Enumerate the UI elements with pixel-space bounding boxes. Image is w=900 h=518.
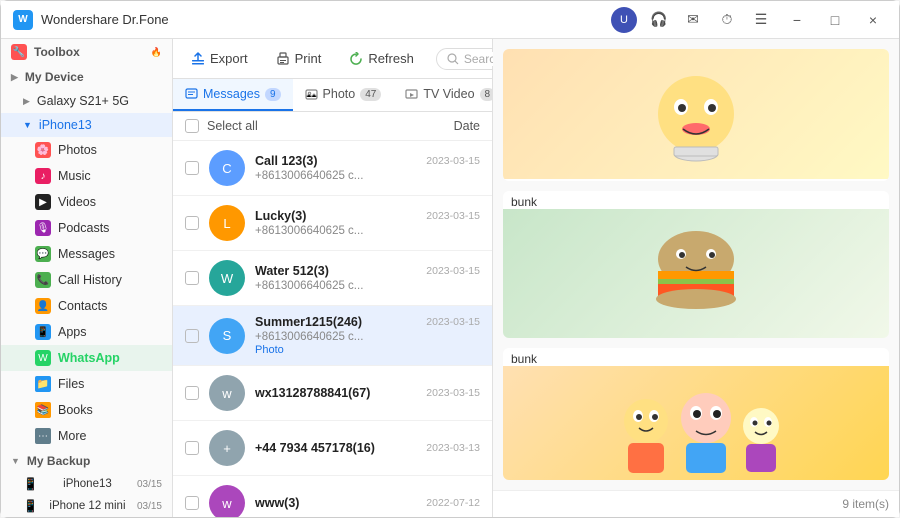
export-button[interactable]: Export [185,47,254,70]
msg-content: wx13128788841(67) 2023-03-15 [255,386,480,400]
media-block: 2023/03/15 20:55 [503,49,889,181]
app-logo: W [13,10,33,30]
sidebar-item-contacts[interactable]: 👤 Contacts [1,293,172,319]
sidebar-item-toolbox[interactable]: 🔧 Toolbox 🔥 [1,39,172,65]
photo-tab-icon [305,88,318,101]
refresh-icon [349,52,363,66]
msg-item[interactable]: + +44 7934 457178(16) 2023-03-13 [173,421,492,476]
msg-checkbox[interactable] [185,386,199,400]
title-bar-left: W Wondershare Dr.Fone [13,10,169,30]
msg-avatar: w [209,375,245,411]
sidebar-item-callhistory[interactable]: 📞 Call History [1,267,172,293]
msg-avatar: L [209,205,245,241]
sidebar-item-music[interactable]: ♪ Music [1,163,172,189]
export-icon [191,52,205,66]
sidebar-item-messages[interactable]: 💬 Messages [1,241,172,267]
msg-item[interactable]: C Call 123(3) 2023-03-15 +8613006640625 … [173,141,492,196]
msg-content: www(3) 2022-07-12 [255,496,480,510]
right-content: 2023/03/15 20:55 bunk [493,39,899,490]
msg-item-active[interactable]: S Summer1215(246) 2023-03-15 +8613006640… [173,306,492,366]
mail-icon[interactable]: ✉ [681,8,705,32]
msg-avatar: w [209,485,245,517]
middle-panel: Export Print Refresh [173,39,493,517]
sidebar-item-files[interactable]: 📁 Files [1,371,172,397]
sidebar-backup-iphone13[interactable]: 📱 iPhone13 03/15 [1,473,172,495]
main-area: 🔧 Toolbox 🔥 ▶ My Device ▶ Galaxy S21+ 5G… [1,39,899,517]
right-footer: 9 item(s) [493,490,899,517]
sidebar: 🔧 Toolbox 🔥 ▶ My Device ▶ Galaxy S21+ 5G… [1,39,173,517]
sidebar-item-apps[interactable]: 📱 Apps [1,319,172,345]
title-bar: W Wondershare Dr.Fone U 🎧 ✉ ⏱ ☰ − □ × [1,1,899,39]
msg-checkbox[interactable] [185,161,199,175]
media-block: bunk [503,191,889,339]
media-timestamp: 2023/03/15 20:55 [503,179,889,181]
search-icon [447,53,459,65]
msg-content: Summer1215(246) 2023-03-15 +861300664062… [255,315,480,356]
messages-tab-icon [185,88,198,101]
sidebar-item-more[interactable]: ⋯ More [1,423,172,449]
minimize-button[interactable]: − [783,6,811,34]
msg-avatar: W [209,260,245,296]
maximize-button[interactable]: □ [821,6,849,34]
right-panel: 2023/03/15 20:55 bunk [493,39,899,517]
msg-list-header: Select all Date [173,112,492,141]
msg-content: Call 123(3) 2023-03-15 +8613006640625 c.… [255,154,480,182]
msg-content: Water 512(3) 2023-03-15 +8613006640625 c… [255,264,480,292]
sidebar-item-galaxys21[interactable]: ▶ Galaxy S21+ 5G [1,89,172,113]
msg-item[interactable]: W Water 512(3) 2023-03-15 +8613006640625… [173,251,492,306]
msg-avatar: + [209,430,245,466]
cartoon-svg [636,219,756,329]
cartoon-svg [606,376,786,480]
print-button[interactable]: Print [270,47,328,70]
sidebar-item-mydevice[interactable]: ▶ My Device [1,65,172,89]
msg-item[interactable]: w wx13128788841(67) 2023-03-15 [173,366,492,421]
tab-messages[interactable]: Messages 9 [173,79,293,111]
media-sender: bunk [503,348,889,366]
sidebar-item-podcasts[interactable]: 🎙 Podcasts [1,215,172,241]
sidebar-item-iphone13[interactable]: ▼ iPhone13 [1,113,172,137]
message-list: C Call 123(3) 2023-03-15 +8613006640625 … [173,141,492,517]
close-button[interactable]: × [859,6,887,34]
content-area: Export Print Refresh [173,39,899,517]
sidebar-item-mybackup[interactable]: ▼ My Backup [1,449,172,473]
media-block: bunk [503,348,889,480]
msg-checkbox[interactable] [185,216,199,230]
msg-checkbox[interactable] [185,496,199,510]
user-avatar[interactable]: U [611,7,637,33]
msg-checkbox[interactable] [185,441,199,455]
title-bar-controls: U 🎧 ✉ ⏱ ☰ − □ × [611,6,887,34]
tab-photo[interactable]: Photo 47 [293,79,394,111]
tvvideo-tab-icon [405,88,418,101]
app-title: Wondershare Dr.Fone [41,12,169,27]
sidebar-backup-iphone12mini[interactable]: 📱 iPhone 12 mini 03/15 [1,495,172,517]
msg-avatar: C [209,150,245,186]
sidebar-item-videos[interactable]: ▶ Videos [1,189,172,215]
history-icon[interactable]: ⏱ [715,8,739,32]
sidebar-item-photos[interactable]: 🌸 Photos [1,137,172,163]
cartoon-svg [636,59,756,169]
media-image [503,49,889,179]
headset-icon[interactable]: 🎧 [647,8,671,32]
select-all-checkbox[interactable] [185,119,199,133]
media-image [503,366,889,480]
msg-avatar: S [209,318,245,354]
media-image [503,209,889,339]
middle-tabs: Messages 9 Photo 47 TV Video 8 Audio 15 [173,79,492,112]
menu-icon[interactable]: ☰ [749,8,773,32]
sidebar-item-books[interactable]: 📚 Books [1,397,172,423]
refresh-button[interactable]: Refresh [343,47,420,70]
sidebar-item-whatsapp[interactable]: W WhatsApp [1,345,172,371]
middle-toolbar: Export Print Refresh [173,39,492,79]
media-sender: bunk [503,191,889,209]
print-icon [276,52,290,66]
msg-content: +44 7934 457178(16) 2023-03-13 [255,441,480,455]
msg-checkbox[interactable] [185,329,199,343]
msg-content: Lucky(3) 2023-03-15 +8613006640625 c... [255,209,480,237]
msg-item[interactable]: L Lucky(3) 2023-03-15 +8613006640625 c..… [173,196,492,251]
msg-checkbox[interactable] [185,271,199,285]
msg-item[interactable]: w www(3) 2022-07-12 [173,476,492,517]
tab-tvvideo[interactable]: TV Video 8 [393,79,492,111]
